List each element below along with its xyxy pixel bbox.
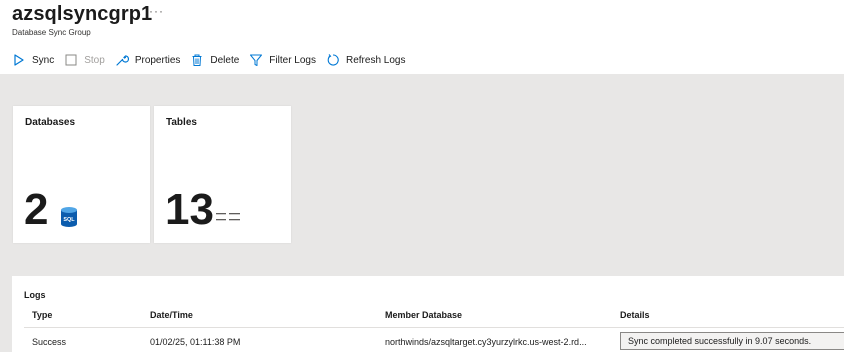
svg-text:SQL: SQL (63, 217, 75, 223)
log-datetime: 01/02/25, 01:11:38 PM (150, 337, 241, 347)
header-divider (24, 327, 844, 328)
filter-logs-label: Filter Logs (269, 54, 316, 66)
log-details-field[interactable]: Sync completed successfully in 9.07 seco… (620, 332, 844, 350)
column-header-details[interactable]: Details (620, 310, 650, 320)
sql-database-icon: SQL (60, 206, 78, 233)
stop-label: Stop (84, 54, 105, 66)
table-list-icon (216, 210, 240, 229)
stop-button[interactable]: Stop (64, 51, 105, 69)
page-title: azsqlsyncgrp1 (12, 3, 153, 25)
properties-button[interactable]: Properties (115, 51, 181, 69)
logs-title: Logs (24, 290, 46, 300)
delete-button[interactable]: Delete (190, 51, 239, 69)
sync-label: Sync (32, 54, 55, 66)
wrench-icon (115, 53, 129, 67)
log-member-database: northwinds/azsqltarget.cy3yurzylrkc.us-w… (385, 337, 587, 347)
column-header-type[interactable]: Type (32, 310, 52, 320)
stop-icon (64, 53, 78, 67)
filter-logs-button[interactable]: Filter Logs (249, 51, 316, 69)
more-options-button[interactable]: ··· (149, 4, 164, 18)
sync-button[interactable]: Sync (12, 51, 54, 69)
play-icon (12, 53, 26, 67)
filter-icon (249, 53, 263, 67)
tables-card[interactable]: Tables 13 (154, 106, 291, 243)
properties-label: Properties (134, 54, 181, 66)
trash-icon (190, 53, 204, 67)
log-type: Success (32, 337, 67, 347)
command-bar: Sync Stop Properties Delete Filter Logs … (12, 51, 405, 69)
refresh-logs-label: Refresh Logs (345, 54, 406, 66)
databases-count: 2 (24, 185, 49, 234)
databases-card-title: Databases (25, 117, 76, 128)
databases-card[interactable]: Databases 2 SQL (13, 106, 150, 243)
tables-card-title: Tables (166, 117, 197, 128)
refresh-icon (326, 53, 340, 67)
page-subtitle: Database Sync Group (12, 28, 91, 37)
tables-count: 13 (165, 185, 214, 234)
refresh-logs-button[interactable]: Refresh Logs (326, 51, 405, 69)
column-header-datetime[interactable]: Date/Time (150, 310, 193, 320)
logs-panel: Logs Type Date/Time Member Database Deta… (12, 276, 844, 352)
page-header: azsqlsyncgrp1 ··· Database Sync Group Sy… (0, 0, 844, 74)
delete-label: Delete (210, 54, 240, 66)
column-header-member-database[interactable]: Member Database (385, 310, 462, 320)
